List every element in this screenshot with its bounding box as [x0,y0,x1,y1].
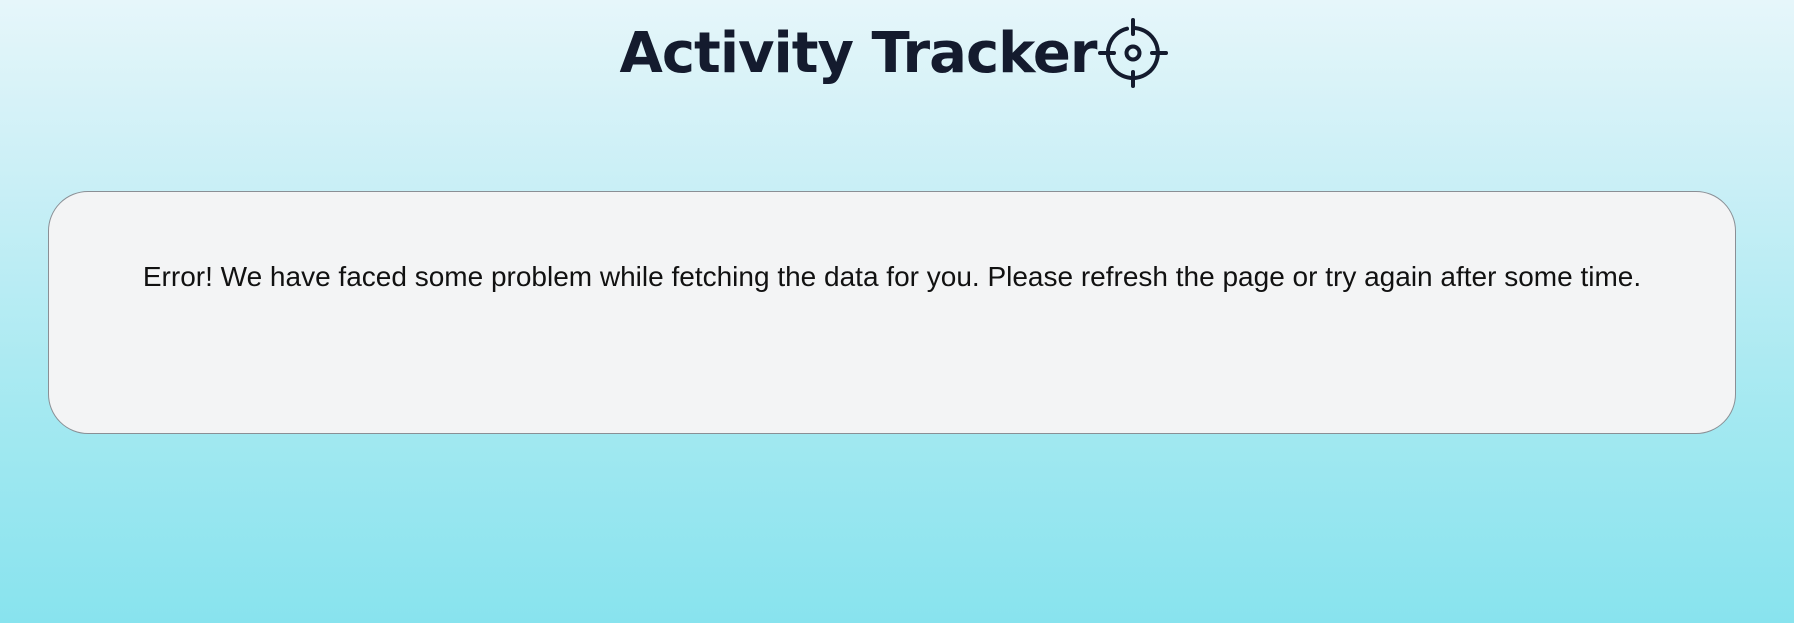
page-header: Activity Tracker [0,14,1794,94]
error-message: Error! We have faced some problem while … [142,261,1642,292]
error-card: Error! We have faced some problem while … [48,191,1736,434]
target-crosshair-icon [1092,12,1174,94]
page-title: Activity Tracker [619,21,1098,86]
